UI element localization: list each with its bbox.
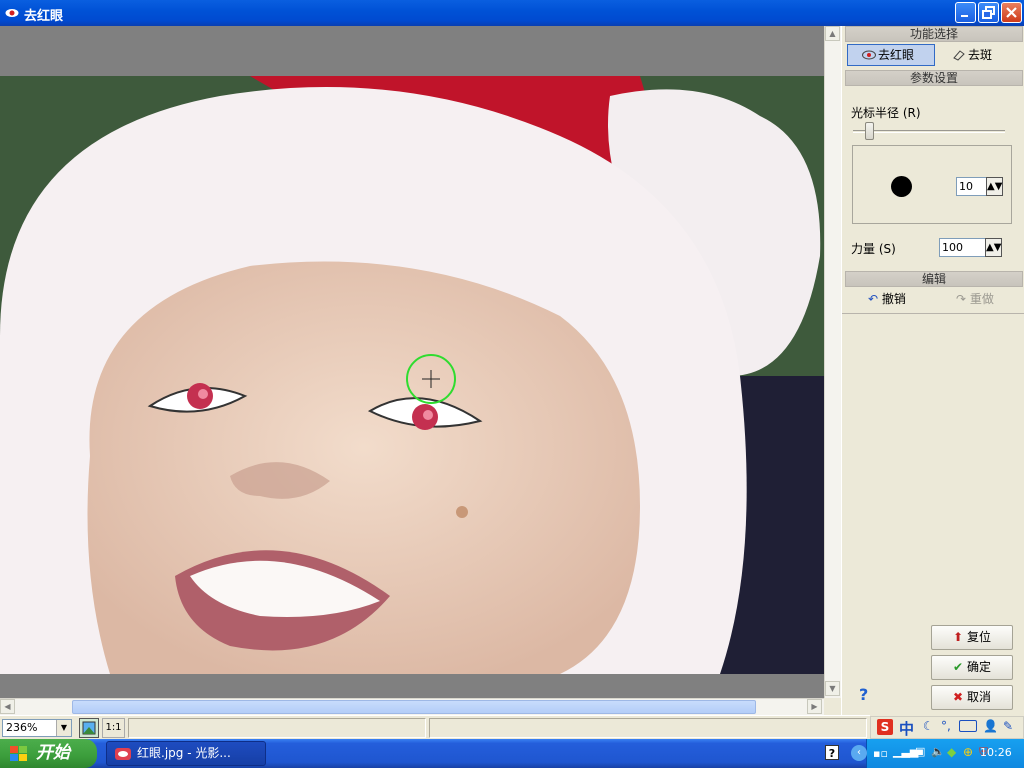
window-title: 去红眼 [24, 9, 64, 24]
undo-icon: ↶ [868, 292, 879, 306]
edit-header: 编辑 [845, 271, 1023, 287]
cancel-button[interactable]: ✖ 取消 [931, 685, 1013, 710]
cursor-radius-input[interactable]: 10 [956, 177, 987, 196]
cursor-radius-key: (R) [902, 106, 921, 120]
actual-size-button[interactable]: 1:1 [102, 718, 125, 738]
moon-icon[interactable]: ☾ [923, 719, 934, 733]
zoom-value: 236% [6, 721, 38, 734]
strength-label: 力量 (S) [851, 240, 896, 257]
eye-app-icon [5, 9, 19, 17]
tool-panel: 功能选择 去红眼 去斑 参数设置 光标半径 (R) 10 ▲▼ 力量 (S) 1… [841, 26, 1024, 716]
redo-label: 重做 [969, 292, 994, 306]
restore-icon [982, 6, 995, 19]
strength-input[interactable]: 100 [939, 238, 986, 257]
tab-spot[interactable]: 去斑 [937, 44, 1024, 66]
cursor-radius-slider-track[interactable] [853, 130, 1005, 133]
app-eye-icon [115, 748, 131, 760]
clock[interactable]: 10:26 [980, 746, 1012, 759]
ok-label: 确定 [966, 660, 991, 674]
maximize-button[interactable] [978, 2, 999, 23]
brush-preview-box: 10 ▲▼ [852, 145, 1012, 224]
brush-preview-dot [891, 176, 912, 197]
scroll-right-arrow[interactable]: ▶ [807, 699, 822, 714]
reset-label: 复位 [966, 630, 991, 644]
cursor-radius-text: 光标半径 [851, 106, 900, 120]
photo-illustration [0, 76, 824, 674]
windows-logo-icon [10, 746, 27, 761]
taskbar: 开始 红眼.jpg - 光影... ? ‹ ▪▫ ▁▃▅ ▣ 🔈 ◆ ⊕ ⛨ 1… [0, 739, 1024, 768]
tab-redeye-label: 去红眼 [878, 48, 915, 62]
fit-image-icon [82, 721, 96, 735]
undo-button[interactable]: ↶ 撤销 [868, 290, 906, 307]
shield-green-icon[interactable]: ◆ [947, 745, 956, 759]
params-header: 参数设置 [845, 70, 1023, 86]
title-bar: 去红眼 [0, 0, 1024, 26]
cancel-label: 取消 [966, 690, 991, 704]
minimize-button[interactable] [955, 2, 976, 23]
status-bar: 236% ▼ 1:1 [0, 715, 870, 739]
ime-toolbar[interactable]: S 中 ☾ °, 👤 ✎ [870, 716, 1024, 739]
tab-redeye[interactable]: 去红眼 [847, 44, 935, 66]
tab-spot-label: 去斑 [968, 48, 993, 62]
punctuation-icon[interactable]: °, [941, 719, 951, 733]
status-field [429, 718, 867, 738]
horizontal-scroll-thumb[interactable] [72, 700, 756, 714]
scroll-down-arrow[interactable]: ▼ [825, 681, 840, 696]
divider [842, 313, 1024, 314]
image-canvas[interactable] [0, 26, 824, 698]
vertical-scrollbar[interactable]: ▲ ▼ [824, 26, 841, 698]
close-button[interactable] [1001, 2, 1022, 23]
x-icon: ✖ [953, 690, 964, 704]
horizontal-scrollbar[interactable]: ◀ ▶ [0, 698, 824, 715]
sogou-icon[interactable]: S [877, 719, 893, 735]
reset-button[interactable]: ⬆ 复位 [931, 625, 1013, 650]
redo-button[interactable]: ↷ 重做 [956, 290, 994, 307]
help-icon[interactable]: ? [859, 685, 868, 704]
taskbar-item-label: 红眼.jpg - 光影... [137, 746, 231, 760]
wrench-icon[interactable]: ✎ [1003, 719, 1013, 733]
fit-window-button[interactable] [79, 718, 99, 738]
scroll-left-arrow[interactable]: ◀ [0, 699, 15, 714]
scroll-up-arrow[interactable]: ▲ [825, 26, 840, 41]
help-tray-icon[interactable]: ? [825, 745, 839, 760]
checkmark-icon: ✔ [953, 660, 964, 674]
cursor-radius-spinner[interactable]: ▲▼ [986, 177, 1003, 196]
ime-mode[interactable]: 中 [899, 718, 914, 739]
close-icon [1006, 7, 1017, 18]
status-field [128, 718, 426, 738]
undo-label: 撤销 [881, 292, 906, 306]
arrow-up-icon: ⬆ [953, 630, 964, 644]
ok-button[interactable]: ✔ 确定 [931, 655, 1013, 680]
function-header: 功能选择 [845, 26, 1023, 42]
eye-icon [862, 50, 876, 60]
start-button[interactable]: 开始 [0, 739, 97, 768]
user-icon[interactable]: 👤 [983, 719, 998, 733]
eraser-icon [953, 50, 965, 61]
strength-spinner[interactable]: ▲▼ [985, 238, 1002, 257]
zoom-select[interactable]: 236% ▼ [2, 719, 72, 737]
photo-image[interactable] [0, 76, 824, 674]
start-label: 开始 [36, 743, 70, 763]
network-icon[interactable]: ▪▫ [873, 747, 888, 760]
minimize-icon [961, 15, 968, 17]
redo-icon: ↷ [956, 292, 967, 306]
strength-text: 力量 [851, 242, 876, 256]
scroll-corner [824, 698, 841, 715]
chevron-left-icon[interactable]: ‹ [851, 745, 867, 761]
monitor-icon[interactable]: ▣ [915, 745, 925, 758]
plus-icon[interactable]: ⊕ [963, 745, 973, 759]
strength-key: (S) [878, 242, 896, 256]
keyboard-icon[interactable] [959, 720, 977, 732]
cursor-radius-slider-thumb[interactable] [865, 122, 874, 140]
speaker-icon[interactable]: 🔈 [931, 745, 945, 758]
chevron-down-icon[interactable]: ▼ [56, 720, 71, 736]
taskbar-item-app[interactable]: 红眼.jpg - 光影... [106, 741, 266, 766]
cursor-radius-label: 光标半径 (R) [851, 104, 921, 121]
